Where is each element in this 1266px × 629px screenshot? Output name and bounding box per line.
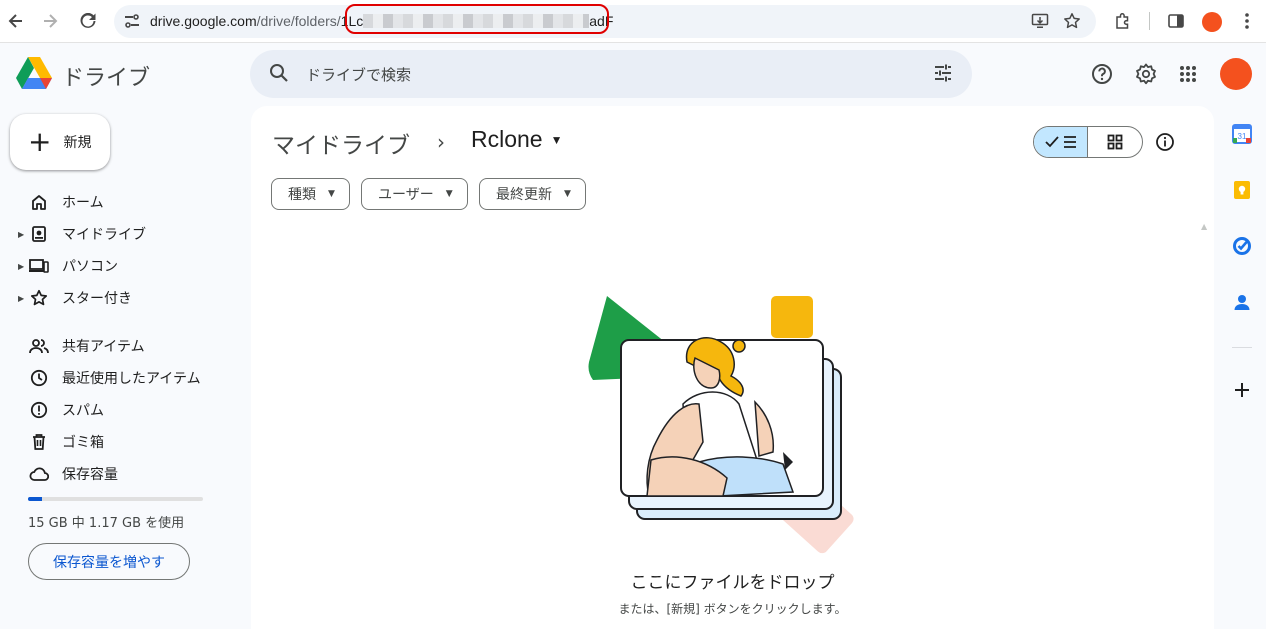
- info-icon[interactable]: [1155, 132, 1175, 156]
- sidebar-item-label: 保存容量: [62, 467, 118, 483]
- sidebar-item-label: マイドライブ: [62, 227, 146, 243]
- search-options-icon[interactable]: [932, 62, 954, 88]
- settings-gear-icon[interactable]: [1134, 62, 1158, 86]
- home-icon: [28, 191, 50, 213]
- url-path: /drive/folders/: [256, 13, 341, 29]
- breadcrumb-separator: ›: [437, 130, 445, 154]
- dropdown-arrow-icon: ▼: [564, 189, 571, 199]
- search-input[interactable]: ドライブで検索: [306, 64, 411, 85]
- spam-alert-icon: [28, 399, 50, 421]
- my-drive-icon: [28, 223, 50, 245]
- storage-usage-fill: [28, 497, 42, 501]
- reload-icon[interactable]: [76, 9, 100, 33]
- calendar-day-number: 31: [1238, 132, 1247, 141]
- filter-label: ユーザー: [378, 187, 434, 203]
- sidebar-item-computers[interactable]: ▶ パソコン: [18, 253, 118, 279]
- search-icon[interactable]: [268, 62, 290, 88]
- filter-people-chip[interactable]: ユーザー ▼: [361, 178, 468, 210]
- back-icon[interactable]: [4, 9, 28, 33]
- filter-type-chip[interactable]: 種類 ▼: [271, 178, 350, 210]
- app-title: ドライブ: [62, 66, 151, 91]
- storage-usage-bar: [28, 497, 203, 501]
- calendar-icon[interactable]: 31: [1230, 122, 1254, 146]
- scroll-up-icon[interactable]: ▲: [1201, 222, 1207, 231]
- sidebar-item-label: スパム: [62, 403, 104, 419]
- sidebar-item-label: ホーム: [62, 195, 104, 211]
- sidebar-item-shared[interactable]: 共有アイテム: [18, 333, 145, 359]
- cloud-icon: [28, 463, 50, 485]
- apps-grid-icon[interactable]: [1176, 62, 1200, 86]
- sidebar-item-label: 共有アイテム: [62, 339, 145, 355]
- list-view-button[interactable]: [1034, 127, 1089, 157]
- extensions-icon[interactable]: [1111, 9, 1135, 33]
- expand-caret-icon[interactable]: ▶: [18, 230, 26, 239]
- forward-icon[interactable]: [38, 9, 62, 33]
- search-bar[interactable]: ドライブで検索: [250, 50, 972, 98]
- url-host: drive.google.com: [150, 13, 257, 29]
- new-button-label: 新規: [63, 135, 92, 151]
- sidebar-item-starred[interactable]: ▶ スター付き: [18, 285, 132, 311]
- tasks-icon[interactable]: [1230, 234, 1254, 258]
- new-button[interactable]: + 新規: [10, 114, 110, 170]
- browser-profile-avatar[interactable]: [1202, 12, 1222, 32]
- keep-icon[interactable]: [1230, 178, 1254, 202]
- sidebar-item-spam[interactable]: スパム: [18, 397, 104, 423]
- drive-logo-icon[interactable]: [16, 57, 52, 94]
- grid-view-button[interactable]: [1088, 127, 1142, 157]
- browser-toolbar: drive.google.com/drive/folders/1Lc adF: [0, 0, 1266, 43]
- get-more-storage-button[interactable]: 保存容量を増やす: [28, 543, 190, 580]
- plus-icon: +: [28, 125, 52, 158]
- empty-state-subtitle: または、[新規] ボタンをクリックします。: [618, 602, 847, 616]
- expand-caret-icon[interactable]: ▶: [18, 294, 26, 303]
- chevron-down-icon: ▼: [550, 132, 563, 147]
- view-mode-toggle: [1033, 126, 1143, 158]
- site-settings-icon[interactable]: [122, 11, 142, 31]
- sidebar-item-recent[interactable]: 最近使用したアイテム: [18, 365, 201, 391]
- sidebar-item-label: パソコン: [62, 259, 118, 275]
- dropdown-arrow-icon: ▼: [328, 189, 335, 199]
- main-content-panel: マイドライブ › Rclone ▼ 種類 ▼ ユーザー ▼ 最終更新 ▼ ▲ こ…: [251, 106, 1214, 629]
- contacts-icon[interactable]: [1230, 290, 1254, 314]
- empty-state-title: ここにファイルをドロップ: [630, 573, 835, 593]
- dropdown-arrow-icon: ▼: [445, 189, 453, 199]
- filter-label: 最終更新: [496, 187, 552, 203]
- storage-usage-text: 15 GB 中 1.17 GB を使用: [28, 516, 185, 531]
- bookmark-star-icon[interactable]: [1062, 11, 1082, 31]
- sidebar-item-label: 最近使用したアイテム: [62, 371, 201, 387]
- sidebar-item-my-drive[interactable]: ▶ マイドライブ: [18, 221, 146, 247]
- install-app-icon[interactable]: [1030, 11, 1050, 31]
- people-icon: [28, 335, 50, 357]
- add-addon-plus-icon[interactable]: [1230, 378, 1254, 402]
- toolbar-divider: [1149, 12, 1150, 30]
- sidebar-item-home[interactable]: ホーム: [18, 189, 104, 215]
- sidebar-item-storage[interactable]: 保存容量: [18, 461, 118, 487]
- sidebar-item-trash[interactable]: ゴミ箱: [18, 429, 104, 455]
- address-bar[interactable]: drive.google.com/drive/folders/1Lc adF: [114, 4, 1096, 38]
- side-panel-divider: [1232, 347, 1252, 348]
- breadcrumb-my-drive[interactable]: マイドライブ: [272, 126, 410, 160]
- breadcrumb-current-folder[interactable]: Rclone ▼: [471, 126, 563, 153]
- url-highlight-annotation: [345, 4, 609, 34]
- star-icon: [28, 287, 50, 309]
- computer-icon: [28, 255, 50, 277]
- side-panel-toggle-icon[interactable]: [1164, 9, 1188, 33]
- sidebar-item-label: ゴミ箱: [62, 435, 104, 451]
- expand-caret-icon[interactable]: ▶: [18, 262, 26, 271]
- sidebar-item-label: スター付き: [62, 291, 132, 307]
- account-avatar[interactable]: [1220, 58, 1252, 90]
- filter-modified-chip[interactable]: 最終更新 ▼: [479, 178, 586, 210]
- filter-label: 種類: [288, 187, 316, 203]
- help-icon[interactable]: [1090, 62, 1114, 86]
- browser-menu-icon[interactable]: [1235, 9, 1259, 33]
- empty-folder-illustration: [588, 296, 854, 554]
- current-folder-name: Rclone: [471, 126, 543, 152]
- clock-icon: [28, 367, 50, 389]
- trash-icon: [28, 431, 50, 453]
